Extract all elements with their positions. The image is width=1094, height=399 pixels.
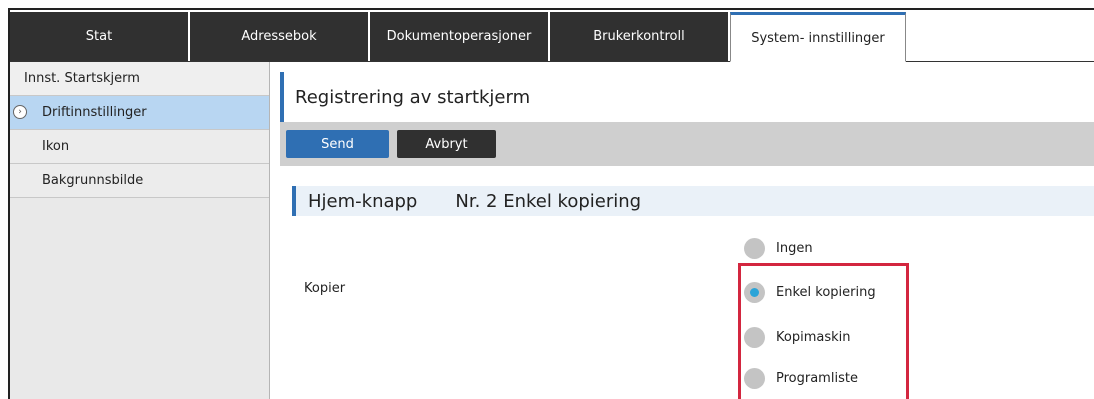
- sidebar-item-bakgrunnsbilde[interactable]: Bakgrunnsbilde: [10, 164, 269, 198]
- main-content: Registrering av startkjerm Send Avbryt H…: [280, 62, 1094, 399]
- sidebar: Innst. Startskjerm › Driftinnstillinger …: [10, 62, 270, 399]
- radio-label: Ingen: [776, 241, 813, 256]
- app-frame: Stat Adressebok Dokumentoperasjoner Bruk…: [8, 8, 1094, 399]
- tab-brukerkontroll[interactable]: Brukerkontroll: [550, 12, 728, 61]
- send-button[interactable]: Send: [286, 130, 389, 158]
- cancel-button[interactable]: Avbryt: [397, 130, 496, 158]
- sidebar-item-label: Bakgrunnsbilde: [42, 173, 144, 188]
- sidebar-header[interactable]: Innst. Startskjerm: [10, 62, 269, 96]
- page-title: Registrering av startkjerm: [280, 72, 1094, 122]
- chevron-right-icon: ›: [13, 105, 27, 119]
- tab-adressebok[interactable]: Adressebok: [190, 12, 368, 61]
- tab-system-innstillinger[interactable]: System- innstillinger: [730, 12, 906, 62]
- tab-dokumentoperasjoner[interactable]: Dokumentoperasjoner: [370, 12, 548, 61]
- radio-button[interactable]: [744, 238, 765, 259]
- section-detail: Nr. 2 Enkel kopiering: [455, 190, 642, 212]
- section-header: Hjem-knapp Nr. 2 Enkel kopiering: [292, 186, 1094, 216]
- action-bar: Send Avbryt: [280, 122, 1094, 166]
- sidebar-item-label: Ikon: [42, 139, 70, 154]
- highlight-box: [738, 263, 909, 399]
- tab-bar: Stat Adressebok Dokumentoperasjoner Bruk…: [10, 10, 1094, 62]
- sidebar-item-label: Driftinnstillinger: [42, 105, 147, 120]
- tab-stat[interactable]: Stat: [10, 12, 188, 61]
- radio-option-ingen[interactable]: Ingen: [744, 238, 813, 259]
- sidebar-item-driftinnstillinger[interactable]: › Driftinnstillinger: [10, 96, 269, 130]
- field-label-kopier: Kopier: [304, 281, 346, 296]
- sidebar-item-ikon[interactable]: Ikon: [10, 130, 269, 164]
- section-name: Hjem-knapp: [308, 190, 418, 212]
